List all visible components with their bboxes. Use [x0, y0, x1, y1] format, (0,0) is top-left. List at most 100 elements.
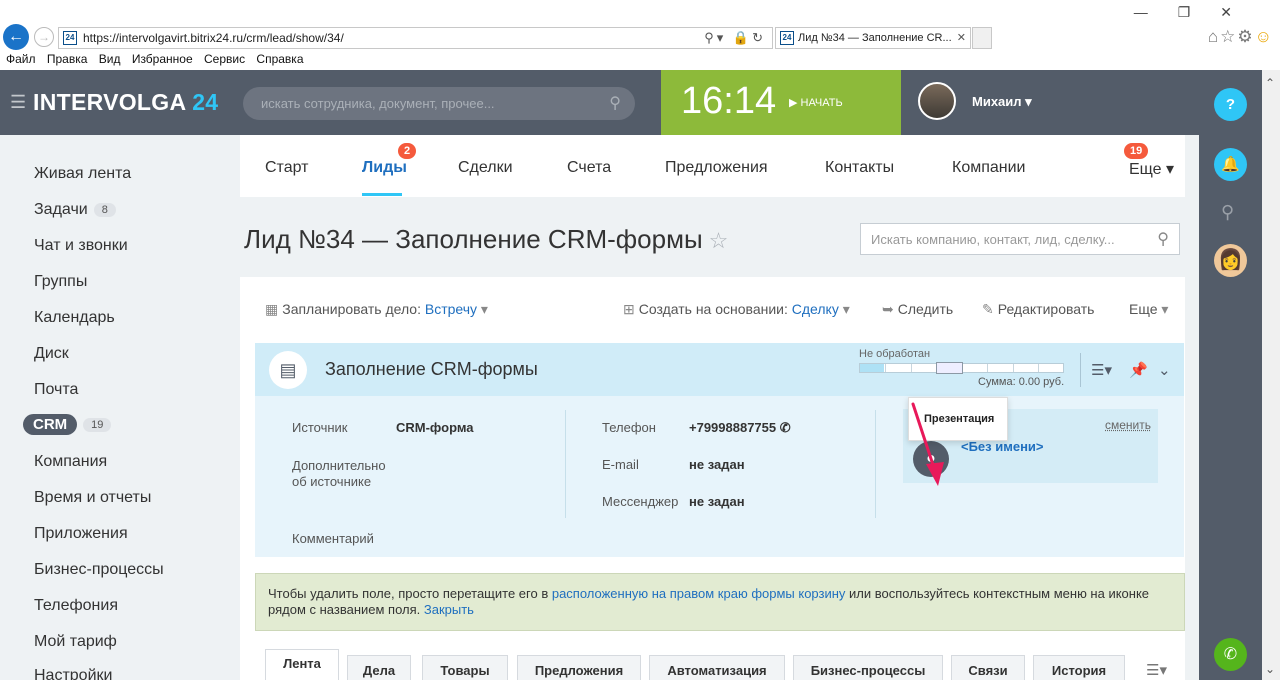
plan-value[interactable]: Встречу [425, 301, 477, 317]
change-client-link[interactable]: сменить [1105, 418, 1151, 432]
search-placeholder: искать сотрудника, документ, прочее... [261, 96, 495, 111]
contact-avatar-icon[interactable]: 👩 [1214, 244, 1247, 277]
menu-edit[interactable]: Правка [47, 52, 88, 66]
tab-more[interactable]: Еще ▾ [1129, 159, 1174, 179]
create-based-on[interactable]: ⊞ Создать на основании: Сделку ▾ [623, 301, 854, 318]
status-step[interactable] [1014, 364, 1039, 372]
column-separator [875, 410, 876, 518]
address-tools[interactable]: ⚲▾ 🔒↻ [704, 30, 766, 46]
forward-icon[interactable]: → [34, 27, 54, 47]
tab-business-processes[interactable]: Бизнес-процессы [793, 655, 943, 680]
close-tab-icon[interactable]: ✕ [957, 31, 966, 44]
browser-toolbar: ← → 24 https://intervolgavirt.bitrix24.r… [0, 0, 1280, 52]
lead-title[interactable]: Заполнение CRM-формы [325, 359, 538, 380]
status-step-hovered[interactable] [936, 362, 963, 374]
page-scrollbar[interactable]: ⌃ ⌄ [1262, 70, 1280, 680]
tab-activities[interactable]: Дела [347, 655, 411, 680]
menu-help[interactable]: Справка [256, 52, 303, 66]
browser-tab[interactable]: 24 Лид №34 — Заполнение CR... ✕ [775, 27, 971, 49]
user-name[interactable]: Михаил ▾ [972, 94, 1032, 110]
menu-burger-icon[interactable]: ☰ [10, 92, 26, 113]
menu-tools[interactable]: Сервис [204, 52, 245, 66]
scroll-down-icon[interactable]: ⌄ [1265, 662, 1275, 676]
phone-icon[interactable]: ✆ [1214, 638, 1247, 671]
tab-companies[interactable]: Компании [952, 159, 1026, 177]
browser-icons[interactable]: ⌂☆⚙☺ [1208, 27, 1274, 47]
follow-button[interactable]: ➥ Следить [882, 301, 953, 318]
tab-invoices[interactable]: Счета [567, 159, 611, 177]
menu-view[interactable]: Вид [99, 52, 121, 66]
menu-item-time[interactable]: Время и отчеты [34, 489, 151, 507]
status-progress[interactable] [859, 362, 1064, 374]
more-actions-button[interactable]: Еще ▾ [1129, 301, 1172, 318]
tab-products[interactable]: Товары [422, 655, 508, 680]
window-controls[interactable]: —❐✕ [1134, 4, 1262, 21]
menu-item-chat[interactable]: Чат и звонки [34, 237, 128, 255]
menu-item-mail[interactable]: Почта [34, 381, 78, 399]
close-hint-link[interactable]: Закрыть [424, 602, 474, 617]
create-value[interactable]: Сделку [792, 301, 839, 317]
menu-file[interactable]: Файл [6, 52, 36, 66]
tab-relations[interactable]: Связи [951, 655, 1025, 680]
source-extra-label-1: Дополнительно [292, 458, 386, 473]
call-icon[interactable]: ✆ [780, 420, 791, 435]
tab-quotes[interactable]: Предложения [665, 159, 768, 177]
tab-offers[interactable]: Предложения [517, 655, 641, 680]
tab-automation[interactable]: Автоматизация [649, 655, 785, 680]
tab-start[interactable]: Старт [265, 159, 308, 177]
menu-item-company[interactable]: Компания [34, 453, 107, 471]
menu-item-crm[interactable]: CRM 19 [23, 414, 112, 435]
status-step[interactable] [860, 364, 886, 372]
tab-feed[interactable]: Лента [265, 649, 339, 680]
menu-item-apps[interactable]: Приложения [34, 525, 128, 543]
menu-item-tariff[interactable]: Мой тариф [34, 633, 117, 651]
new-tab-button[interactable] [972, 27, 992, 49]
phone-value[interactable]: +79998887755 ✆ [689, 420, 791, 436]
pin-icon[interactable]: 📌 [1129, 361, 1148, 379]
entity-search-input[interactable]: Искать компанию, контакт, лид, сделку...… [860, 223, 1180, 255]
menu-item-feed[interactable]: Живая лента [34, 165, 131, 183]
menu-item-label: Чат и звонки [34, 237, 128, 254]
tab-history[interactable]: История [1033, 655, 1125, 680]
menu-item-telephony[interactable]: Телефония [34, 597, 118, 615]
start-workday-button[interactable]: ▶ НАЧАТЬ [789, 96, 843, 109]
search-icon[interactable]: ⚲ [609, 93, 621, 113]
user-avatar[interactable] [918, 82, 956, 120]
address-url[interactable]: https://intervolgavirt.bitrix24.ru/crm/l… [83, 31, 344, 45]
trash-link[interactable]: расположенную на правом краю формы корзи… [552, 586, 846, 601]
tab-deals[interactable]: Сделки [458, 159, 513, 177]
menu-item-settings[interactable]: Настройки [34, 667, 112, 680]
plan-activity[interactable]: ▦ Запланировать дело: Встречу ▾ [265, 301, 492, 318]
tab-leads[interactable]: Лиды [362, 159, 407, 177]
menu-favorites[interactable]: Избранное [132, 52, 193, 66]
menu-item-calendar[interactable]: Календарь [34, 309, 115, 327]
tabs-menu-icon[interactable]: ☰▾ [1146, 661, 1167, 679]
feedback-smile-icon[interactable]: ☺ [1255, 27, 1274, 46]
bell-icon[interactable]: 🔔 [1214, 148, 1247, 181]
back-icon[interactable]: ← [3, 24, 29, 50]
logo[interactable]: INTERVOLGA 24 [33, 89, 218, 116]
more-label: Еще [1129, 301, 1158, 317]
star-icon[interactable]: ☆ [709, 228, 729, 253]
scroll-up-icon[interactable]: ⌃ [1265, 76, 1275, 90]
status-step[interactable] [912, 364, 937, 372]
collapse-chevron-icon[interactable]: ⌄ [1158, 361, 1171, 379]
menu-item-bizproc[interactable]: Бизнес-процессы [34, 561, 164, 579]
chevron-down-icon: ▾ [480, 301, 488, 317]
search-icon[interactable]: ⚲ [1157, 229, 1169, 249]
menu-item-tasks[interactable]: Задачи 8 [34, 201, 116, 219]
address-bar[interactable]: 24 https://intervolgavirt.bitrix24.ru/cr… [58, 27, 773, 49]
menu-item-disk[interactable]: Диск [34, 345, 69, 363]
status-step[interactable] [988, 364, 1014, 372]
list-menu-icon[interactable]: ☰▾ [1091, 361, 1112, 379]
status-step[interactable] [963, 364, 988, 372]
global-search[interactable]: искать сотрудника, документ, прочее... ⚲ [243, 87, 635, 120]
help-icon[interactable]: ? [1214, 88, 1247, 121]
edit-button[interactable]: ✎ Редактировать [982, 301, 1094, 318]
client-name[interactable]: <Без имени> [961, 439, 1044, 454]
search-icon[interactable]: ⚲ [1221, 202, 1234, 223]
workday-clock[interactable]: 16:14 ▶ НАЧАТЬ [661, 70, 901, 135]
status-step[interactable] [886, 364, 912, 372]
menu-item-groups[interactable]: Группы [34, 273, 87, 291]
tab-contacts[interactable]: Контакты [825, 159, 894, 177]
